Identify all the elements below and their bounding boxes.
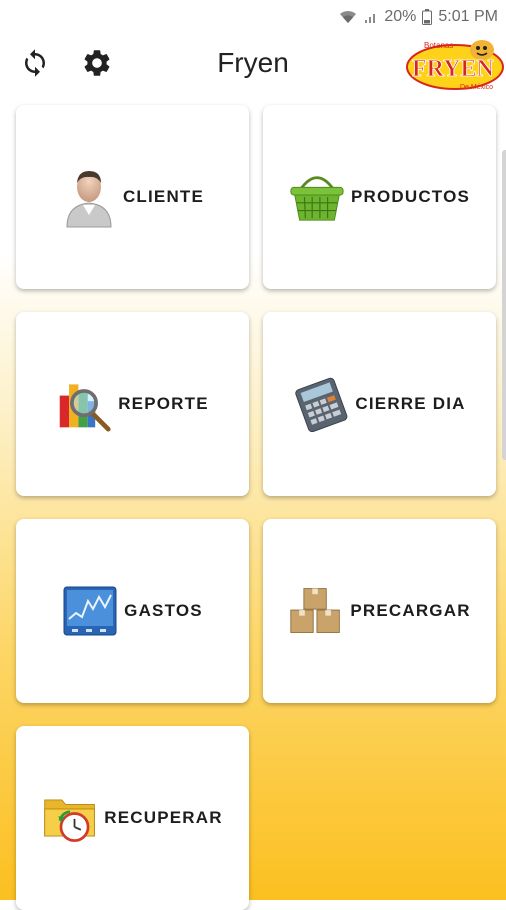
status-bar: 20% 5:01 PM (0, 0, 506, 34)
clock: 5:01 PM (438, 8, 498, 25)
menu-label-cierre-dia: CIERRE DIA (355, 394, 466, 413)
signal-icon (364, 10, 378, 24)
calculator-icon (293, 372, 349, 436)
menu-tile-cierre-dia[interactable]: CIERRE DIA (263, 312, 496, 496)
basket-icon (289, 165, 345, 229)
logo-bottom-text: De México (460, 84, 493, 91)
user-icon (61, 165, 117, 229)
battery-percent: 20% (384, 8, 417, 25)
logo-main-text: FRYEN (412, 56, 494, 82)
boxes-icon (288, 579, 344, 643)
menu-label-recuperar: RECUPERAR (104, 808, 223, 827)
brand-logo: Botanas FRYEN De México (404, 36, 504, 94)
battery-icon (422, 9, 433, 25)
menu-tile-recuperar[interactable]: RECUPERAR (16, 726, 249, 910)
menu-label-cliente: CLIENTE (122, 187, 205, 206)
menu-label-reporte: REPORTE (118, 394, 209, 413)
menu-tile-reporte[interactable]: REPORTE (16, 312, 249, 496)
menu-tile-gastos[interactable]: GASTOS (16, 519, 249, 703)
logo-top-text: Botanas (424, 41, 453, 50)
wifi-icon (338, 9, 358, 25)
menu-label-productos: PRODUCTOS (350, 187, 471, 206)
menu-tile-cliente[interactable]: CLIENTE (16, 105, 249, 289)
folder-clock-icon (42, 786, 98, 850)
menu-label-gastos: GASTOS (124, 601, 203, 620)
menu-tile-productos[interactable]: PRODUCTOS (263, 105, 496, 289)
edge-panel-handle[interactable] (502, 150, 506, 460)
app-bar: Fryen Botanas FRYEN De México (0, 34, 506, 96)
stock-chart-icon (62, 579, 118, 643)
menu-tile-precargar[interactable]: PRECARGAR (263, 519, 496, 703)
menu-label-precargar: PRECARGAR (350, 601, 471, 620)
report-chart-icon (56, 372, 112, 436)
